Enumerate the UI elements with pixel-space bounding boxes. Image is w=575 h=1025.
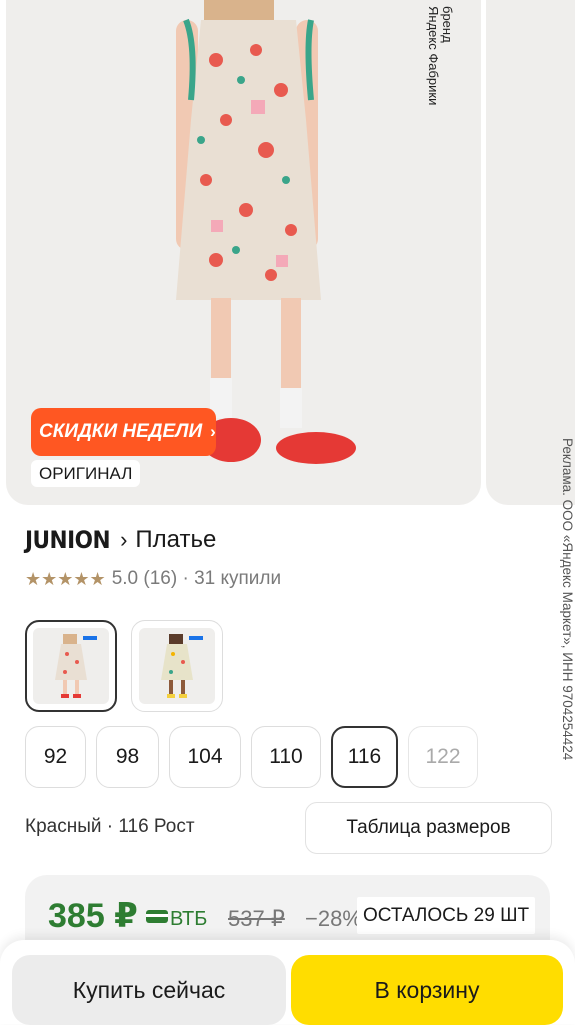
price: 385 ₽: [48, 897, 138, 935]
bank-label: ВТБ: [170, 908, 208, 930]
original-badge: ОРИГИНАЛ: [31, 460, 141, 487]
size-option-selected[interactable]: 116: [331, 726, 398, 788]
old-price: 537 ₽: [228, 906, 285, 931]
size-option[interactable]: 110: [251, 726, 321, 788]
chevron-right-icon: ›: [210, 422, 216, 441]
brand-link[interactable]: JUNION: [25, 526, 111, 554]
promo-label: СКИДКИ НЕДЕЛИ: [39, 421, 203, 442]
variant-photo: [33, 628, 109, 704]
size-option[interactable]: 104: [169, 726, 241, 788]
vtb-card-icon: [146, 910, 168, 923]
color-variant-thumb[interactable]: [131, 620, 223, 712]
stock-label: ОСТАЛОСЬ 29 ШТ: [357, 897, 536, 934]
product-title: JUNION › Платье: [25, 526, 216, 554]
rating-row[interactable]: ★★★★★ 5.0 (16) · 31 купили: [25, 568, 281, 590]
size-option[interactable]: 98: [96, 726, 159, 788]
add-to-cart-button[interactable]: В корзину: [291, 955, 563, 1025]
size-table-button[interactable]: Таблица размеров: [305, 802, 552, 854]
variant-photo: [139, 628, 215, 704]
product-gallery[interactable]: бренд Яндекс Фабрики СКИДКИ НЕДЕЛИ › ОРИ…: [6, 0, 481, 505]
rating-stars-icon: ★★★★★: [25, 568, 106, 589]
reviews-count: (16): [143, 568, 178, 589]
next-gallery-image[interactable]: [486, 0, 575, 505]
size-option-unavailable[interactable]: 122: [408, 726, 478, 788]
bought-count: · 31 купили: [182, 568, 282, 589]
size-option[interactable]: 92: [25, 726, 86, 788]
buy-now-button[interactable]: Купить сейчас: [12, 955, 286, 1025]
selected-variant-text: Красный · 116 Рост: [25, 816, 195, 837]
brand-caption: бренд Яндекс Фабрики: [426, 6, 455, 106]
ad-disclaimer: Реклама. ООО «Яндекс Маркет», ИНН 970425…: [560, 438, 575, 761]
weekly-discount-badge[interactable]: СКИДКИ НЕДЕЛИ ›: [31, 408, 216, 456]
chevron-right-icon: ›: [120, 527, 128, 552]
product-name: Платье: [135, 526, 217, 553]
color-variant-thumb[interactable]: [25, 620, 117, 712]
rating-value: 5.0: [111, 568, 139, 589]
discount: −28%: [305, 906, 362, 931]
